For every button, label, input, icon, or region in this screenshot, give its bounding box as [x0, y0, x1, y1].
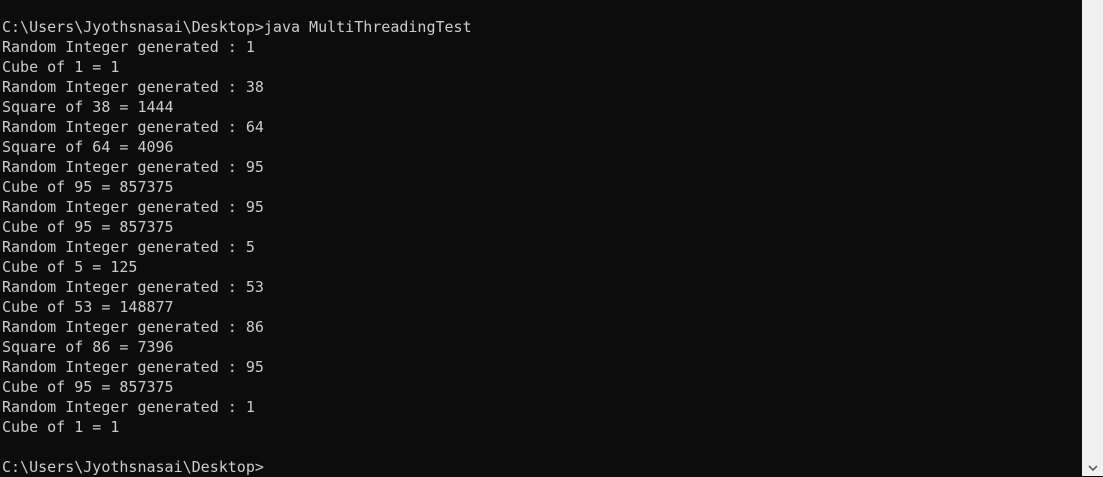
output-line: Random Integer generated : 38: [2, 78, 264, 96]
prompt-line: C:\Users\Jyothsnasai\Desktop>java MultiT…: [2, 18, 472, 36]
output-line: Random Integer generated : 95: [2, 158, 264, 176]
prompt-line: C:\Users\Jyothsnasai\Desktop>: [2, 458, 264, 476]
output-line: Square of 64 = 4096: [2, 138, 174, 156]
output-line: Cube of 95 = 857375: [2, 178, 174, 196]
output-line: Random Integer generated : 64: [2, 118, 264, 136]
output-line: Square of 86 = 7396: [2, 338, 174, 356]
output-line: Random Integer generated : 1: [2, 398, 255, 416]
scroll-down-button[interactable]: [1082, 459, 1103, 476]
output-line: Random Integer generated : 53: [2, 278, 264, 296]
console-output[interactable]: C:\Users\Jyothsnasai\Desktop>java MultiT…: [2, 17, 1080, 477]
output-line: Random Integer generated : 5: [2, 238, 255, 256]
output-line: Cube of 95 = 857375: [2, 218, 174, 236]
output-line: Cube of 5 = 125: [2, 258, 138, 276]
output-line: Random Integer generated : 95: [2, 358, 264, 376]
output-line: Random Integer generated : 86: [2, 318, 264, 336]
output-line: Random Integer generated : 1: [2, 38, 255, 56]
output-line: Cube of 95 = 857375: [2, 378, 174, 396]
output-line: Random Integer generated : 95: [2, 198, 264, 216]
output-line: Cube of 1 = 1: [2, 418, 120, 436]
output-line: Cube of 1 = 1: [2, 58, 120, 76]
output-line: Cube of 53 = 148877: [2, 298, 174, 316]
vertical-scrollbar[interactable]: [1082, 0, 1103, 476]
output-line: Square of 38 = 1444: [2, 98, 174, 116]
chevron-down-icon: [1087, 464, 1098, 471]
